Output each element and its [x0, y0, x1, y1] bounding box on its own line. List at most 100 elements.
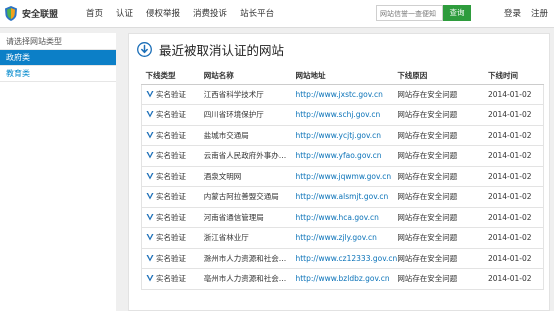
table-row: 实名验证 盐城市交通局 http://www.ycjtj.gov.cn 网站存在安全问… — [141, 125, 544, 146]
download-arrow-icon — [137, 42, 152, 57]
login-link[interactable]: 登录 — [504, 7, 521, 19]
logo-text: 安全联盟 — [22, 9, 59, 20]
nav-consumer-complaint[interactable]: 消费投诉 — [193, 7, 227, 19]
verified-v-icon — [146, 275, 154, 282]
date-cell: 2014-01-02 — [487, 227, 544, 249]
site-name: 亳州市人力资源和社会保... — [203, 274, 290, 284]
verified-v-icon — [146, 254, 154, 262]
type-label: 实名验证 — [156, 151, 186, 161]
site-name-cell: 云南省人民政府外事办公室 — [203, 145, 296, 167]
table-row: 实名验证 酒泉文明网 http://www.jqwmw.gov.cn 网站存在安全问题… — [141, 166, 544, 187]
verified-v-icon — [146, 193, 154, 200]
table-row: 实名验证 河南省通信管理局 http://www.hca.gov.cn 网站存在安全问… — [141, 207, 544, 228]
type-cell: 实名验证 — [141, 104, 204, 126]
type-cell: 实名验证 — [141, 227, 204, 249]
table-row: 实名验证 内蒙古阿拉善盟交通局 http://www.alsmjt.gov.cn 网站… — [141, 186, 544, 208]
site-url-link[interactable]: http://www.bzldbz.gov.cn — [295, 268, 398, 290]
reason-cell: 网站存在安全问题 — [397, 166, 488, 187]
type-cell: 实名验证 — [141, 268, 204, 290]
column-header-name: 网站名称 — [203, 68, 296, 85]
site-name-cell: 河南省通信管理局 — [203, 207, 296, 228]
site-url-link[interactable]: http://www.ycjtj.gov.cn — [295, 125, 398, 146]
register-link[interactable]: 注册 — [531, 7, 548, 19]
verified-v-icon — [146, 234, 154, 241]
type-label: 实名验证 — [156, 192, 186, 202]
site-url-link[interactable]: http://www.alsmjt.gov.cn — [295, 186, 398, 208]
verified-v-icon — [146, 172, 154, 180]
site-name-cell: 内蒙古阿拉善盟交通局 — [203, 186, 296, 208]
site-name: 江西省科学技术厅 — [203, 89, 264, 99]
site-name: 四川省环境保护厅 — [203, 110, 264, 120]
table-row: 实名验证 亳州市人力资源和社会保... http://www.bzldbz.gov.… — [141, 268, 544, 290]
type-label: 实名验证 — [156, 89, 186, 99]
site-name-cell: 酒泉文明网 — [203, 166, 296, 187]
column-header-type: 下线类型 — [141, 68, 204, 85]
top-bar: 安全联盟 首页 认证 侵权举报 消费投诉 站长平台 网站信誉一查便知 查询 登录… — [0, 0, 554, 28]
site-url-link[interactable]: http://www.hca.gov.cn — [295, 207, 398, 228]
date-cell: 2014-01-02 — [487, 166, 544, 187]
site-name: 云南省人民政府外事办公室 — [203, 151, 290, 161]
date-cell: 2014-01-02 — [487, 248, 544, 269]
reason-cell: 网站存在安全问题 — [397, 145, 488, 167]
site-logo[interactable]: 安全联盟 — [4, 5, 58, 21]
reason-cell: 网站存在安全问题 — [397, 125, 488, 146]
date-cell: 2014-01-02 — [487, 125, 544, 146]
type-label: 实名验证 — [156, 253, 186, 263]
site-name-cell: 盐城市交通局 — [203, 125, 296, 146]
verified-v-icon — [146, 213, 154, 221]
type-label: 实名验证 — [156, 212, 186, 222]
verified-v-icon — [146, 131, 154, 139]
sidebar-item-government[interactable]: 政府类 — [0, 50, 116, 66]
reason-cell: 网站存在安全问题 — [397, 84, 488, 105]
main-panel: 最近被取消认证的网站 下线类型 网站名称 网站地址 下线原因 下线时间 实名验证… — [128, 33, 550, 311]
site-url-link[interactable]: http://www.cz12333.gov.cn — [295, 248, 398, 269]
column-header-reason: 下线原因 — [397, 68, 488, 85]
page-title: 最近被取消认证的网站 — [159, 43, 285, 58]
column-header-date: 下线时间 — [487, 68, 544, 85]
type-label: 实名验证 — [156, 130, 186, 140]
site-url-link[interactable]: http://www.schj.gov.cn — [295, 104, 398, 126]
type-cell: 实名验证 — [141, 207, 204, 228]
site-name-cell: 亳州市人力资源和社会保... — [203, 268, 296, 290]
type-label: 实名验证 — [156, 171, 186, 181]
sidebar-item-education[interactable]: 教育类 — [0, 66, 116, 82]
verified-v-icon — [146, 90, 154, 98]
reason-cell: 网站存在安全问题 — [397, 227, 488, 249]
site-name-cell: 江西省科学技术厅 — [203, 84, 296, 105]
date-cell: 2014-01-02 — [487, 84, 544, 105]
type-cell: 实名验证 — [141, 248, 204, 269]
site-name-cell: 四川省环境保护厅 — [203, 104, 296, 126]
site-url-link[interactable]: http://www.jxstc.gov.cn — [295, 84, 398, 105]
site-name: 酒泉文明网 — [203, 171, 242, 181]
table-row: 实名验证 四川省环境保护厅 http://www.schj.gov.cn 网站存在安全… — [141, 104, 544, 126]
column-header-url: 网站地址 — [295, 68, 398, 85]
reason-cell: 网站存在安全问题 — [397, 268, 488, 290]
table-row: 实名验证 云南省人民政府外事办公室 http://www.yfao.gov.cn 网站… — [141, 145, 544, 167]
sidebar: 请选择网站类型 政府类 教育类 — [0, 33, 116, 311]
date-cell: 2014-01-02 — [487, 145, 544, 167]
search-input[interactable]: 网站信誉一查便知 — [376, 5, 443, 21]
sidebar-title: 请选择网站类型 — [0, 33, 116, 50]
nav-home[interactable]: 首页 — [86, 7, 103, 19]
type-cell: 实名验证 — [141, 84, 204, 105]
nav-infringement-report[interactable]: 侵权举报 — [146, 7, 180, 19]
date-cell: 2014-01-02 — [487, 104, 544, 126]
nav-certification[interactable]: 认证 — [116, 7, 133, 19]
verified-v-icon — [146, 152, 154, 159]
revoked-sites-table: 下线类型 网站名称 网站地址 下线原因 下线时间 实名验证 江西省科学技术厅 htt… — [141, 68, 544, 290]
site-name-cell: 滁州市人力资源和社会保... — [203, 248, 296, 269]
search-button[interactable]: 查询 — [443, 5, 471, 21]
table-row: 实名验证 滁州市人力资源和社会保... http://www.cz12333.gov… — [141, 248, 544, 269]
site-url-link[interactable]: http://www.zjly.gov.cn — [295, 227, 398, 249]
site-name-cell: 浙江省林业厅 — [203, 227, 296, 249]
reason-cell: 网站存在安全问题 — [397, 248, 488, 269]
site-name: 滁州市人力资源和社会保... — [203, 253, 290, 263]
table-row: 实名验证 江西省科学技术厅 http://www.jxstc.gov.cn 网站存在安… — [141, 84, 544, 105]
date-cell: 2014-01-02 — [487, 186, 544, 208]
site-url-link[interactable]: http://www.yfao.gov.cn — [295, 145, 398, 167]
date-cell: 2014-01-02 — [487, 268, 544, 290]
main-nav: 首页 认证 侵权举报 消费投诉 站长平台 — [86, 7, 287, 19]
nav-webmaster-platform[interactable]: 站长平台 — [240, 7, 274, 19]
shield-logo-icon — [5, 5, 17, 21]
site-url-link[interactable]: http://www.jqwmw.gov.cn — [295, 166, 398, 187]
